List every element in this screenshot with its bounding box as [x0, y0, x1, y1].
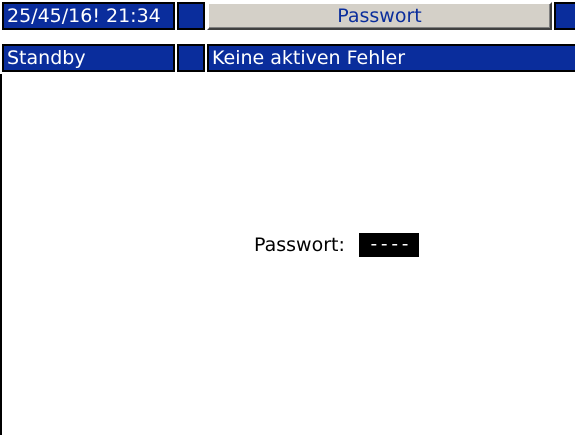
content-border: [0, 74, 2, 435]
hmi-screen: 25/45/16! 21:34 Passwort Standby Keine a…: [0, 0, 575, 435]
header-end-indicator: [554, 2, 575, 30]
status-bar: Standby Keine aktiven Fehler: [0, 42, 575, 74]
datetime-display: 25/45/16! 21:34: [2, 2, 175, 30]
screen-title: Passwort: [207, 2, 552, 30]
error-message: Keine aktiven Fehler: [207, 44, 575, 72]
system-state: Standby: [2, 44, 175, 72]
header-bar: 25/45/16! 21:34 Passwort: [0, 0, 575, 32]
password-label: Passwort:: [254, 234, 345, 256]
password-input[interactable]: ----: [359, 233, 419, 257]
status-indicator: [177, 44, 205, 72]
header-indicator: [177, 2, 205, 30]
